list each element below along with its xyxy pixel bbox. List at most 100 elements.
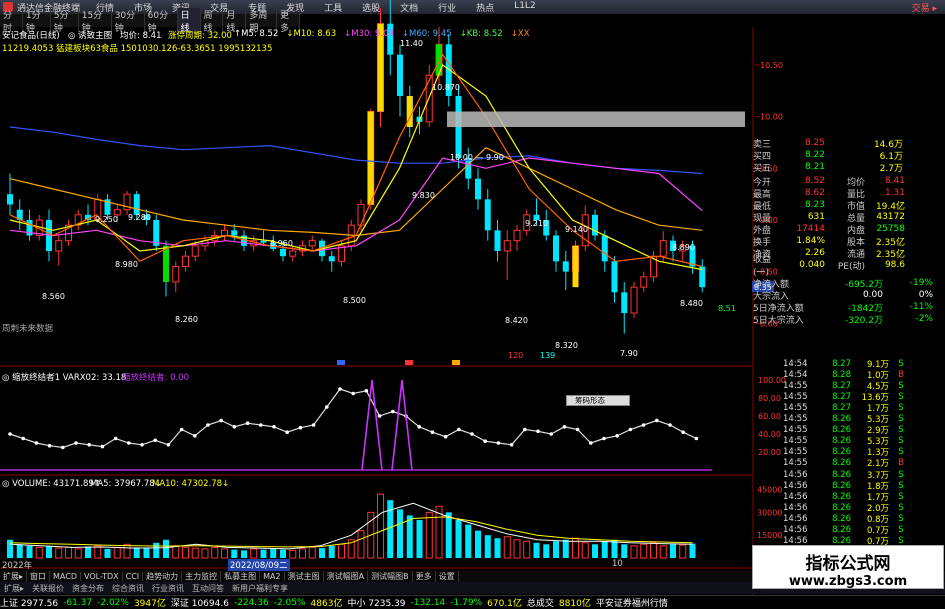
volume-bar — [387, 500, 394, 558]
flow-value: -320.2万 — [844, 315, 883, 326]
flow-row: 5日净流入额 -1842万 -11% — [753, 301, 945, 314]
indicator-point — [245, 421, 250, 426]
watermark-title: 指标公式网 — [805, 554, 891, 574]
tick-price: 8.26 — [832, 502, 851, 513]
info-tab[interactable]: 资金分布 — [68, 583, 108, 594]
candle-body — [280, 248, 286, 257]
indicator-point — [417, 425, 422, 429]
indicator-point — [470, 432, 474, 436]
indicator-tab[interactable]: 测试主图 — [285, 571, 324, 582]
candle-body — [172, 266, 180, 283]
tick-time: 14:55 — [783, 436, 808, 447]
stat-value: 0.040 — [799, 260, 825, 270]
indicator-point — [351, 391, 356, 396]
indicator-tab[interactable]: 更多 — [413, 571, 436, 582]
tick-flag: S — [898, 513, 904, 524]
indicator-tab[interactable]: 测试幅图B — [368, 571, 413, 582]
indicator-point — [21, 436, 26, 441]
indicator-tab[interactable]: VOL-TDX — [81, 572, 123, 581]
indicator-tab[interactable]: MACD — [50, 572, 81, 581]
stat-row: 最低 8.23 市值 19.4亿 — [753, 199, 945, 212]
indicator-tab[interactable]: 测试幅图A — [324, 571, 369, 582]
indicator-point — [457, 427, 461, 432]
info-tab[interactable]: 行业资讯 — [148, 583, 188, 594]
info-tab[interactable]: 扩展▸ — [0, 583, 28, 594]
indicator-point — [496, 441, 501, 445]
indicator-sub: 缩放终结者: 0.00 — [122, 373, 189, 383]
chip-popup[interactable]: 筹码形态 — [566, 395, 630, 406]
highlight-candle — [436, 44, 442, 76]
volume-bar — [679, 544, 687, 559]
chart-subtitle: ◎ 诱致主图 — [68, 31, 113, 41]
tick-row: 14:56 8.26 1.7万 S — [783, 491, 943, 503]
candle-body — [328, 256, 335, 262]
status-item: 中小 7235.39 — [347, 599, 406, 609]
volume-bar — [640, 543, 648, 559]
volume-bar — [377, 493, 384, 559]
indicator-tab[interactable]: 主力监控 — [182, 571, 222, 582]
candle-body — [182, 255, 189, 267]
indicator-point — [34, 441, 39, 445]
ma-label: ↓M30: 9.09 — [344, 29, 394, 39]
quote-row: 买四 8.22 6.1万 — [753, 149, 945, 162]
indicator-tab[interactable]: 趋势动力 — [143, 571, 183, 582]
volume-bar — [475, 530, 481, 558]
status-item: -61.37 — [63, 597, 93, 608]
indicator-point — [272, 425, 276, 429]
tick-price: 8.27 — [832, 380, 851, 391]
tick-row: 14:55 8.26 2.1万 B — [783, 458, 943, 469]
volume-bar — [533, 542, 540, 558]
candle-body — [397, 54, 403, 96]
tick-flag: S — [898, 391, 904, 402]
indicator-tab[interactable]: 私募主图 — [221, 571, 261, 582]
flow-percent: -19% — [909, 278, 933, 288]
indicator-tab[interactable]: 扩展▸ — [0, 571, 28, 582]
volume-bar — [553, 541, 559, 558]
tick-time: 14:56 — [783, 491, 808, 502]
indicator-tab[interactable]: 设置 — [436, 571, 459, 582]
volume-bar — [319, 548, 325, 558]
indicator-point — [166, 443, 171, 447]
candle-body — [191, 245, 199, 257]
volume-bar — [357, 530, 365, 559]
tick-flag: B — [898, 369, 904, 380]
volume-bar — [143, 548, 150, 558]
indicator-tab[interactable]: 窗口 — [27, 571, 51, 582]
indicator-point — [443, 434, 448, 439]
candle-body — [630, 286, 638, 314]
indicator-tab[interactable]: CCI — [123, 572, 144, 581]
status-item: 670.1亿 — [487, 599, 522, 609]
indicator-point — [232, 425, 237, 429]
price-annotation: 8.960 — [270, 239, 293, 248]
indicator-point — [47, 443, 52, 448]
info-tab[interactable]: 关联报价 — [28, 583, 68, 594]
info-tab[interactable]: 综合资讯 — [108, 583, 148, 594]
tick-row: 14:56 8.26 0.8万 S — [783, 513, 943, 525]
tick-row: 14:55 8.26 1.3万 S — [783, 447, 943, 458]
avg-price: 均价: 8.41 — [120, 31, 162, 41]
info-tab[interactable]: 新用户福利专享 — [228, 583, 292, 594]
price-annotation: 8.500 — [343, 296, 366, 305]
stat-value: 8.23 — [804, 200, 825, 210]
event-marker — [452, 360, 460, 365]
candle-body — [484, 199, 491, 231]
volume-bar — [670, 544, 676, 558]
ma-label: ↓M60: 9.45 — [401, 29, 452, 39]
info-tab[interactable]: 互动问答 — [188, 583, 228, 594]
quote-row: 买五 8.21 2.7万 — [753, 161, 945, 174]
tick-time: 14:56 — [783, 469, 808, 480]
popup-label: 筹码形态 — [575, 396, 605, 405]
tick-flag: S — [898, 525, 904, 536]
indicator-point — [87, 443, 91, 447]
volume-bar — [299, 548, 306, 559]
status-item: -224.36 — [233, 597, 269, 608]
tick-flag: S — [898, 380, 904, 391]
indicator-tab[interactable]: MA2 — [260, 572, 285, 581]
price-annotation: 11.40 — [400, 39, 423, 48]
flow-value: -695.2万 — [844, 279, 883, 290]
tick-row: 14:55 8.26 5.3万 S — [783, 436, 943, 447]
quote-label: 买五 — [753, 163, 772, 174]
stat-key: PE(动) — [837, 261, 865, 272]
tick-row: 14:56 8.26 0.7万 S — [783, 525, 943, 536]
candle-body — [475, 178, 481, 200]
